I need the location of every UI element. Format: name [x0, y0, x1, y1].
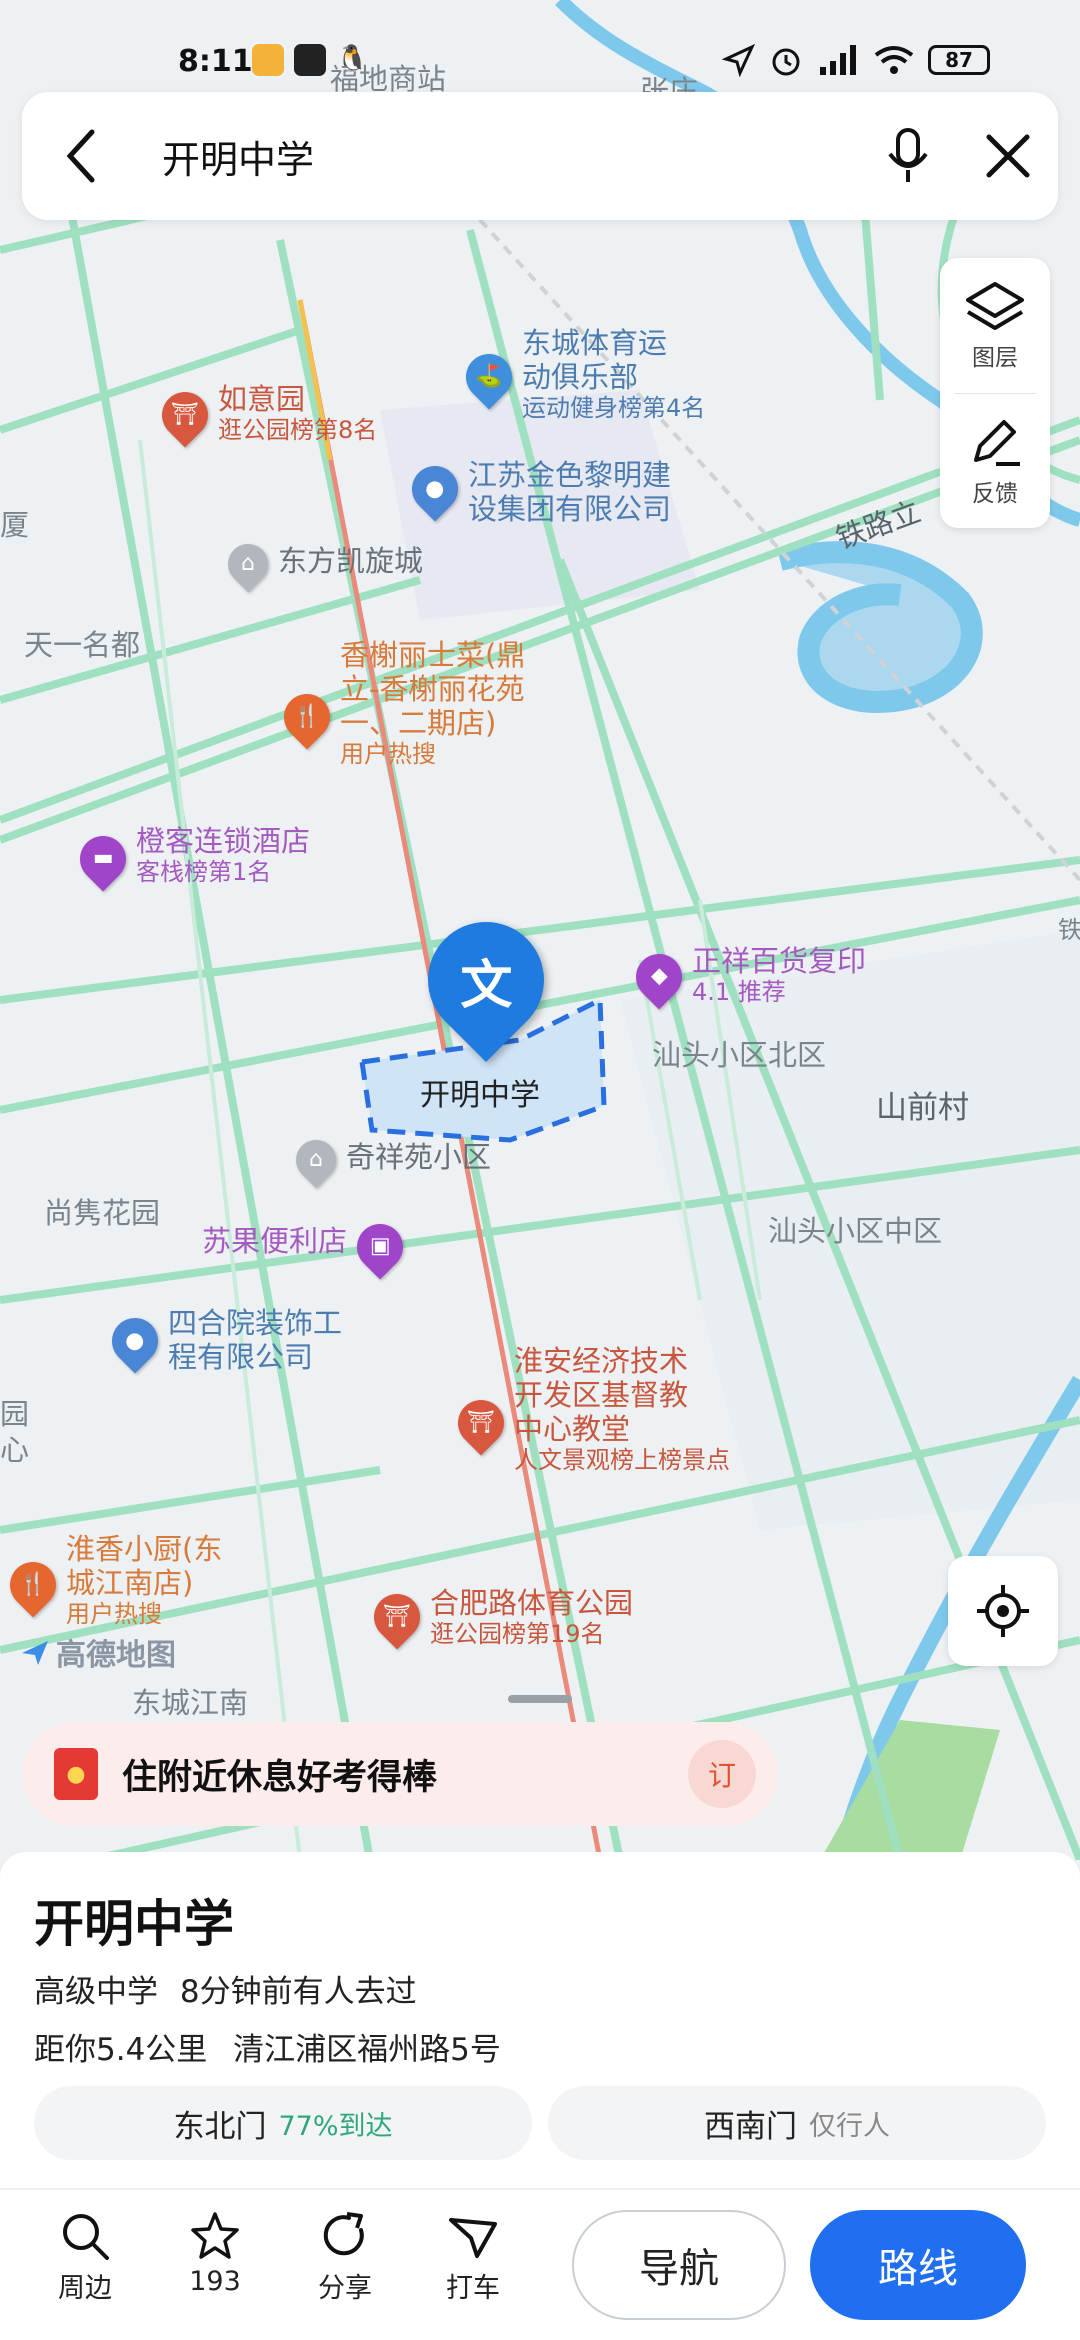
gate-northeast-button[interactable]: 东北门 77%到达	[34, 2086, 532, 2160]
taxi-button[interactable]: 打车	[428, 2210, 518, 2305]
poi-suguo-store[interactable]: ▣ 苏果便利店	[202, 1214, 413, 1280]
sports-pin-icon: ⛳	[456, 344, 522, 410]
place-visited: 8分钟前有人去过	[179, 1974, 417, 2010]
navigate-button[interactable]: 导航	[572, 2210, 786, 2320]
red-envelope-icon: ●	[54, 1748, 98, 1800]
search-input[interactable]: 开明中学	[142, 129, 858, 184]
edit-pen-icon	[974, 419, 1020, 466]
place-detail-sheet: 开明中学 高级中学 8分钟前有人去过 距你5.4公里 清江浦区福州路5号 东北门…	[0, 1852, 1080, 2188]
selected-place-label: 开明中学	[420, 1078, 540, 1113]
favorite-button[interactable]: 193	[170, 2210, 260, 2297]
poi-huaixiang-kitchen[interactable]: 🍴 淮香小厨(东 城江南店) 用户热搜	[0, 1532, 222, 1628]
status-time: 8:11	[178, 44, 253, 79]
landmark-pin-icon: ⛩	[448, 1390, 514, 1456]
soul-app-icon	[294, 44, 326, 76]
signal-icon	[820, 45, 856, 75]
locate-crosshair-icon	[977, 1585, 1029, 1637]
hotel-pin-icon: ▬	[70, 826, 136, 892]
map-label-dongcheng-jiangnan: 东城江南	[132, 1686, 249, 1720]
amap-logo-icon	[22, 1641, 48, 1665]
layers-icon	[966, 281, 1024, 330]
residential-pin-icon: ⌂	[219, 535, 277, 593]
poi-zhengxiang-store[interactable]: ◆ 正祥百货复印 4.1 推荐	[626, 944, 866, 1010]
poi-church[interactable]: ⛩ 淮安经济技术 开发区基督教 中心教堂 人文景观榜上榜景点	[448, 1344, 730, 1474]
promo-banner[interactable]: ● 住附近休息好考得棒 订	[22, 1722, 778, 1826]
poi-hefei-road-park[interactable]: ⛩ 合肥路体育公园 逛公园榜第19名	[364, 1584, 633, 1650]
search-bar: 开明中学	[22, 92, 1058, 220]
clear-search-button[interactable]	[958, 92, 1058, 220]
location-arrow-icon	[722, 43, 756, 77]
qq-icon: 🐧	[336, 44, 369, 74]
amap-logo: 高德地图	[20, 1630, 176, 1674]
place-address: 清江浦区福州路5号	[233, 2032, 501, 2068]
voice-search-button[interactable]	[858, 92, 958, 220]
status-bar: 8:11 🐧 87	[0, 36, 1080, 92]
sheet-drag-handle[interactable]	[508, 1695, 572, 1703]
place-location: 距你5.4公里 清江浦区福州路5号	[34, 2024, 501, 2069]
system-status-icons: 87	[722, 42, 990, 78]
map-label-yuan-xin: 园 心	[0, 1397, 30, 1467]
residential-pin-icon: ⌂	[287, 1131, 345, 1189]
poi-dongfang-kaixuan[interactable]: ⌂ 东方凯旋城	[219, 535, 423, 593]
shopping-pin-icon: ◆	[626, 944, 692, 1010]
map-label-shanqian: 山前村	[876, 1090, 969, 1126]
gate-southwest-button[interactable]: 西南门 仅行人	[548, 2086, 1046, 2160]
map-tools-panel: 图层 反馈	[940, 258, 1050, 528]
place-distance: 距你5.4公里	[34, 2032, 208, 2068]
company-pin-icon: ●	[102, 1308, 168, 1374]
company-pin-icon: ●	[402, 456, 468, 522]
park-pin-icon: ⛩	[364, 1584, 430, 1650]
alarm-icon	[772, 48, 800, 76]
restaurant-pin-icon: 🍴	[274, 684, 340, 750]
poi-xiangxieli[interactable]: 🍴 香榭丽士菜(鼎 立-香榭丽花苑 一、二期店) 用户热搜	[274, 638, 525, 768]
chevron-left-icon	[66, 129, 95, 183]
map-label-tianyi: 天一名都	[24, 628, 141, 662]
poi-dongcheng-sports[interactable]: ⛳ 东城体育运 动俱乐部 运动健身榜第4名	[456, 326, 705, 422]
map-label-shantou-north: 汕头小区北区	[652, 1038, 827, 1072]
divider	[0, 2188, 1080, 2190]
my-location-button[interactable]	[948, 1556, 1058, 1666]
search-icon	[63, 2214, 109, 2260]
share-icon	[323, 2212, 364, 2256]
poi-ruyi-park[interactable]: ⛩ 如意园 逛公园榜第8名	[152, 382, 377, 448]
map-label-shantou-mid: 汕头小区中区	[768, 1214, 943, 1248]
selected-place-pin[interactable]: 文	[403, 897, 569, 1063]
close-icon	[986, 134, 1030, 178]
feedback-button[interactable]: 反馈	[940, 394, 1050, 529]
map-label-tie: 铁	[1058, 916, 1080, 944]
restaurant-pin-icon: 🍴	[0, 1552, 66, 1618]
map-label-shangjun: 尚隽花园	[44, 1196, 161, 1230]
battery-icon: 87	[928, 45, 990, 75]
school-icon: 文	[459, 955, 513, 1016]
layers-button[interactable]: 图层	[940, 258, 1050, 393]
microphone-icon	[888, 128, 928, 182]
place-title: 开明中学	[34, 1895, 234, 1953]
map-canvas[interactable]: 天一名都 汕头小区北区 山前村 汕头小区中区 尚隽花园 东城江南 铁路立 厦 铁…	[0, 0, 1080, 1860]
poi-jinse-liming[interactable]: ● 江苏金色黎明建 设集团有限公司	[402, 456, 671, 526]
wifi-icon	[874, 46, 914, 74]
taxi-icon	[449, 2218, 497, 2258]
share-button[interactable]: 分享	[300, 2210, 390, 2305]
promo-text: 住附近休息好考得棒	[122, 1757, 438, 1798]
nearby-button[interactable]: 周边	[40, 2210, 130, 2305]
convenience-store-pin-icon: ▣	[347, 1214, 413, 1280]
route-button[interactable]: 路线	[810, 2210, 1026, 2320]
notification-icons: 🐧	[252, 44, 369, 76]
place-meta: 高级中学 8分钟前有人去过	[34, 1966, 417, 2011]
book-button[interactable]: 订	[688, 1740, 756, 1808]
star-icon	[191, 2212, 239, 2259]
back-button[interactable]	[22, 92, 142, 220]
park-pin-icon: ⛩	[152, 382, 218, 448]
poi-qixiangyuan[interactable]: ⌂ 奇祥苑小区	[287, 1131, 491, 1189]
app-notification-icon	[252, 44, 284, 76]
poi-siheyuan[interactable]: ● 四合院装饰工 程有限公司	[102, 1306, 342, 1374]
map-label-xia: 厦	[0, 508, 30, 542]
poi-chengke-hotel[interactable]: ▬ 橙客连锁酒店 客栈榜第1名	[70, 824, 310, 892]
bottom-action-bar: 周边 193 分享 打车 导航 路线	[0, 2188, 1080, 2340]
place-category: 高级中学	[34, 1974, 158, 2010]
